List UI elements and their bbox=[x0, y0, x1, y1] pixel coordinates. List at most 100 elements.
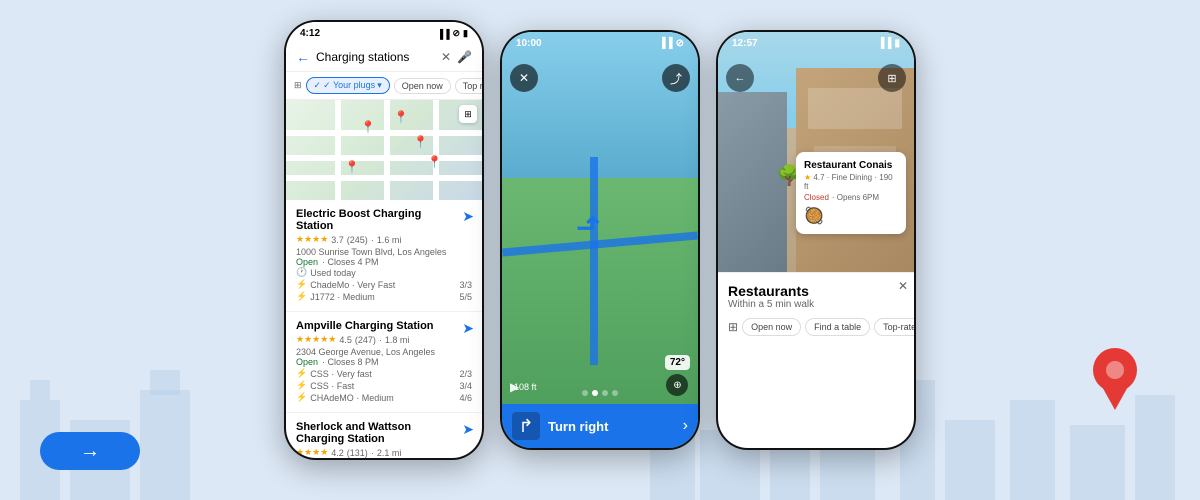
phone-1: 4:12 ▐▐ ⊘ ▮ ← Charging stations ✕ 🎤 ⊞ bbox=[284, 20, 484, 460]
clock-icon: 🕐 bbox=[296, 267, 307, 278]
listing-1-address: 1000 Sunrise Town Blvd, Los Angeles bbox=[296, 247, 472, 257]
aerial-map[interactable]: ↰ 10:00 ▐▐ ⊘ ✕ ⤴ bbox=[502, 32, 698, 448]
filter-options-icon[interactable]: ⊞ bbox=[294, 80, 302, 91]
listing-2[interactable]: ➤ Ampville Charging Station ★★★★★ 4.5 (2… bbox=[286, 312, 482, 413]
listing-2-rating: ★★★★★ 4.5 (247) · 1.8 mi bbox=[296, 334, 472, 345]
phone-1-status-bar: 4:12 ▐▐ ⊘ ▮ bbox=[286, 22, 482, 43]
restaurant-type: Fine Dining bbox=[832, 173, 872, 182]
street-gallery-btn[interactable]: ⊞ bbox=[878, 64, 906, 92]
listing-1[interactable]: ➤ Electric Boost Charging Station ★★★★ 3… bbox=[286, 200, 482, 312]
dropdown-icon: ▾ bbox=[377, 80, 382, 91]
listing-1-used-today: 🕐 Used today bbox=[296, 267, 472, 278]
restaurant-emoji: 🥘 bbox=[804, 206, 898, 226]
clear-icon[interactable]: ✕ bbox=[441, 50, 451, 64]
phone-2-signal: ▐▐ bbox=[658, 38, 672, 49]
street-gallery-icon: ⊞ bbox=[887, 72, 896, 85]
listing-2-review-count: (247) bbox=[355, 335, 376, 345]
filter-icon[interactable]: ⊞ bbox=[728, 320, 738, 334]
bottom-close-btn[interactable]: ✕ bbox=[898, 279, 908, 293]
listing-1-distance: · bbox=[371, 235, 374, 245]
wifi-icon: ⊘ bbox=[453, 28, 461, 39]
phones-container: 4:12 ▐▐ ⊘ ▮ ← Charging stations ✕ 🎤 ⊞ bbox=[284, 20, 916, 460]
dot-3 bbox=[602, 390, 608, 396]
street-back-btn[interactable]: ← bbox=[726, 64, 754, 92]
map-pin-1[interactable]: 📍 bbox=[360, 120, 375, 134]
filter-open-now[interactable]: Open now bbox=[394, 78, 451, 94]
charger-count-3: 2/3 bbox=[459, 369, 472, 379]
restaurant-popup-card[interactable]: Restaurant Conais ★ 4.7 · Fine Dining · … bbox=[796, 152, 906, 234]
phone-2-screen: ↰ 10:00 ▐▐ ⊘ ✕ ⤴ bbox=[502, 32, 698, 448]
bottom-find-table-label: Find a table bbox=[814, 322, 861, 332]
charger-count-4: 3/4 bbox=[459, 381, 472, 391]
phone-3-status-bar: 12:57 ▐▐ ▮ bbox=[718, 32, 914, 53]
play-icon[interactable]: ▶ bbox=[510, 380, 519, 394]
charger-count-2: 5/5 bbox=[459, 292, 472, 302]
listing-1-open: Open bbox=[296, 257, 318, 267]
restaurant-rating-val: 4.7 bbox=[813, 173, 824, 182]
blue-arrow[interactable]: → bbox=[40, 432, 140, 470]
bottom-panel: Restaurants Within a 5 min walk ✕ ⊞ Open… bbox=[718, 272, 914, 346]
map-pin-2[interactable]: 📍 bbox=[394, 110, 409, 124]
mic-icon[interactable]: 🎤 bbox=[457, 50, 472, 64]
aerial-temperature: 72° bbox=[665, 355, 690, 370]
bottom-filter-open-now[interactable]: Open now bbox=[742, 318, 801, 336]
navigation-overlay: ↱ Turn right › bbox=[502, 404, 698, 448]
phone-1-screen: 4:12 ▐▐ ⊘ ▮ ← Charging stations ✕ 🎤 ⊞ bbox=[286, 22, 482, 458]
dot-1 bbox=[582, 390, 588, 396]
map-area[interactable]: 📍 📍 📍 📍 📍 ⊞ bbox=[286, 100, 482, 200]
bottom-filter-top-rated[interactable]: Top-rated bbox=[874, 318, 914, 336]
restaurant-status-row: Closed · Opens 6PM bbox=[804, 193, 898, 202]
filter-top-rated-label: Top rated bbox=[463, 81, 482, 91]
phone-3-battery: ▮ bbox=[894, 38, 900, 49]
back-arrow-icon[interactable]: ← bbox=[296, 49, 310, 65]
dot-4 bbox=[612, 390, 618, 396]
bottom-panel-subtitle: Within a 5 min walk bbox=[728, 299, 904, 310]
phone-3-signal: ▐▐ bbox=[877, 38, 891, 49]
search-bar[interactable]: ← Charging stations ✕ 🎤 bbox=[286, 43, 482, 72]
listing-1-name: Electric Boost Charging Station bbox=[296, 208, 472, 232]
listing-1-rating: ★★★★ 3.7 (245) · 1.6 mi bbox=[296, 234, 472, 245]
phone-2-wifi: ⊘ bbox=[676, 38, 684, 49]
map-pin-4[interactable]: 📍 bbox=[427, 155, 442, 169]
listing-2-rating-val: 4.5 bbox=[339, 335, 352, 345]
search-text: Charging stations bbox=[316, 50, 435, 64]
aerial-close-icon: ✕ bbox=[519, 71, 529, 85]
listing-2-charger-3: ⚡ CHAdeMO · Medium 4/6 bbox=[296, 392, 472, 403]
filter-open-now-label: Open now bbox=[402, 81, 443, 91]
street-photo[interactable]: 🌳 12:57 ▐▐ ▮ ← ⊞ bbox=[718, 32, 914, 272]
listing-3[interactable]: ➤ Sherlock and Wattson Charging Station … bbox=[286, 413, 482, 458]
listing-1-stars: ★★★★ bbox=[296, 234, 328, 245]
bolt-1: ⚡ bbox=[296, 279, 307, 290]
filter-top-rated[interactable]: Top rated bbox=[455, 78, 482, 94]
listing-2-close-time: · Closes 8 PM bbox=[322, 357, 379, 367]
red-pin bbox=[1090, 345, 1140, 420]
bottom-open-now-label: Open now bbox=[751, 322, 792, 332]
listing-1-charger-1: ⚡ ChadeMo · Very Fast 3/3 bbox=[296, 279, 472, 290]
aerial-share-icon: ⤴ bbox=[670, 70, 682, 87]
bottom-filter-bar: ⊞ Open now Find a table Top-rated More bbox=[728, 318, 904, 336]
aerial-close-btn[interactable]: ✕ bbox=[510, 64, 538, 92]
listing-3-nav-icon[interactable]: ➤ bbox=[462, 421, 474, 438]
bolt-2: ⚡ bbox=[296, 291, 307, 302]
listing-2-nav-icon[interactable]: ➤ bbox=[462, 320, 474, 337]
listing-1-nav-icon[interactable]: ➤ bbox=[462, 208, 474, 225]
restaurant-open-time: · Opens 6PM bbox=[832, 193, 879, 202]
arrow-icon: → bbox=[80, 440, 100, 463]
listing-2-address: 2304 George Avenue, Los Angeles bbox=[296, 347, 472, 357]
aerial-top-controls: ✕ ⤴ bbox=[502, 56, 698, 100]
map-pin-3[interactable]: 📍 bbox=[413, 135, 428, 149]
listing-1-dist-val: 1.6 mi bbox=[377, 235, 402, 245]
nav-next-icon[interactable]: › bbox=[683, 417, 688, 435]
listing-2-open: Open bbox=[296, 357, 318, 367]
filter-your-plugs[interactable]: ✓ ✓ Your plugs ▾ bbox=[306, 77, 390, 94]
charger-type-1: ChadeMo · Very Fast bbox=[310, 280, 395, 290]
nav-instruction: Turn right bbox=[548, 419, 675, 434]
listing-3-review-count: (131) bbox=[347, 448, 368, 458]
map-layers-icon[interactable]: ⊞ bbox=[459, 105, 477, 123]
aerial-share-btn[interactable]: ⤴ bbox=[662, 64, 690, 92]
restaurant-card-details: ★ 4.7 · Fine Dining · 190 ft bbox=[804, 173, 898, 191]
bottom-filter-find-table[interactable]: Find a table bbox=[805, 318, 870, 336]
street-top-controls: ← ⊞ bbox=[718, 56, 914, 100]
dot-2 bbox=[592, 390, 598, 396]
map-pin-5[interactable]: 📍 bbox=[345, 160, 360, 174]
